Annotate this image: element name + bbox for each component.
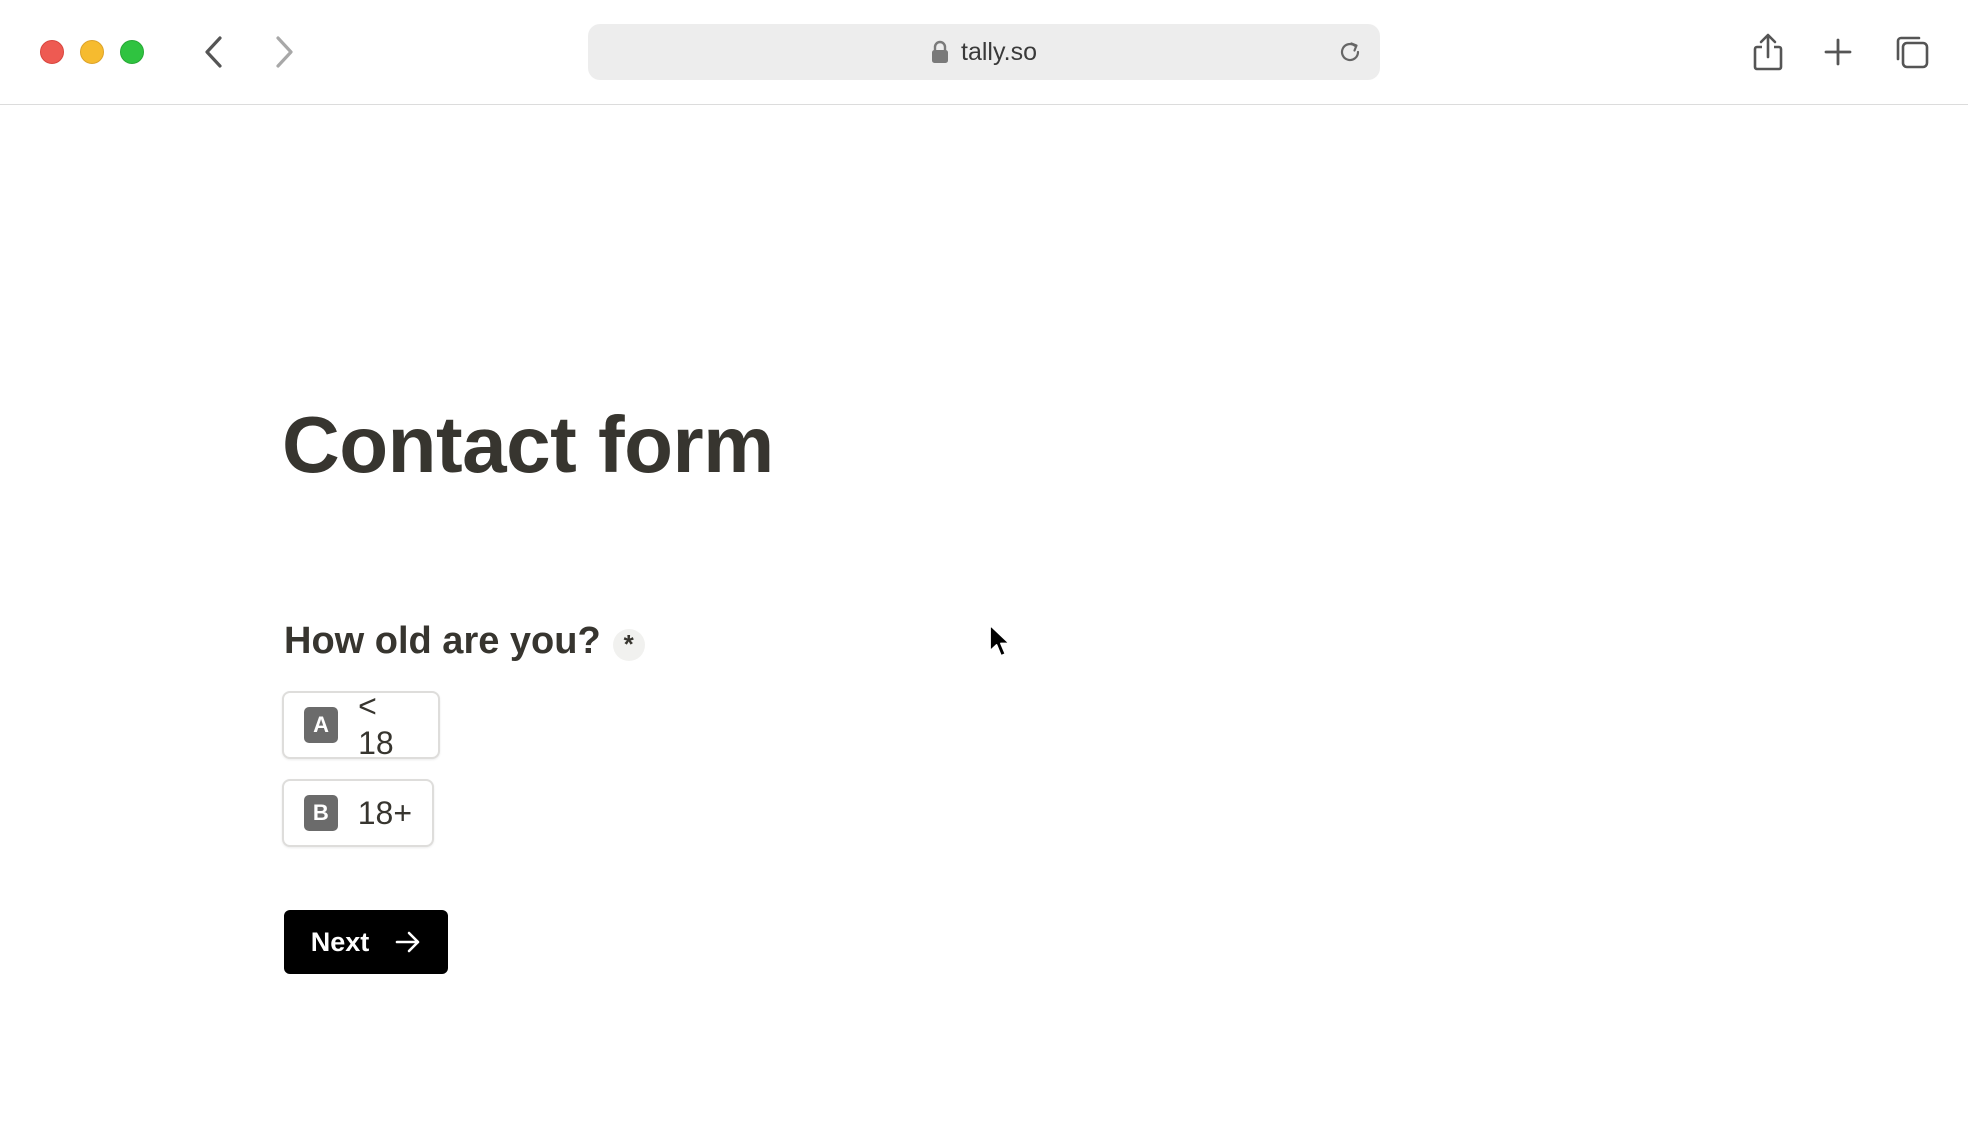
mouse-cursor-icon bbox=[989, 624, 1011, 657]
browser-toolbar: tally.so bbox=[0, 0, 1968, 105]
back-button[interactable] bbox=[194, 32, 234, 72]
tab-overview-button[interactable] bbox=[1890, 30, 1934, 74]
reload-button[interactable] bbox=[1336, 38, 1364, 66]
option-label: 18+ bbox=[357, 794, 412, 831]
option-under-18[interactable]: A < 18 bbox=[282, 688, 440, 761]
forward-button[interactable] bbox=[264, 32, 304, 72]
share-button[interactable] bbox=[1746, 30, 1790, 74]
option-key-badge: B bbox=[304, 795, 338, 831]
share-icon bbox=[1753, 33, 1783, 71]
lock-icon bbox=[932, 40, 949, 63]
arrow-right-icon bbox=[395, 931, 420, 953]
reload-icon bbox=[1340, 42, 1360, 62]
next-button-label: Next bbox=[310, 926, 370, 957]
close-window-button[interactable] bbox=[40, 40, 64, 64]
url-text: tally.so bbox=[961, 37, 1037, 66]
new-tab-button[interactable] bbox=[1816, 30, 1860, 74]
browser-window: tally.so Contact form How old are you? *… bbox=[0, 0, 1968, 1144]
address-bar[interactable]: tally.so bbox=[588, 24, 1380, 80]
tabs-icon bbox=[1896, 36, 1929, 69]
chevron-right-icon bbox=[276, 36, 293, 68]
maximize-window-button[interactable] bbox=[120, 40, 144, 64]
plus-icon bbox=[1824, 38, 1852, 66]
option-label: < 18 bbox=[358, 688, 394, 761]
chevron-left-icon bbox=[205, 36, 222, 68]
next-button[interactable]: Next bbox=[284, 910, 448, 974]
question-heading: How old are you? * bbox=[284, 620, 645, 663]
question-text: How old are you? bbox=[284, 620, 601, 662]
option-18-plus[interactable]: B 18+ bbox=[282, 779, 434, 847]
page-content: Contact form How old are you? * A < 18 B… bbox=[0, 105, 1968, 1144]
option-key-badge: A bbox=[304, 707, 339, 743]
page-title: Contact form bbox=[282, 400, 774, 489]
required-indicator: * bbox=[612, 628, 645, 661]
minimize-window-button[interactable] bbox=[80, 40, 104, 64]
